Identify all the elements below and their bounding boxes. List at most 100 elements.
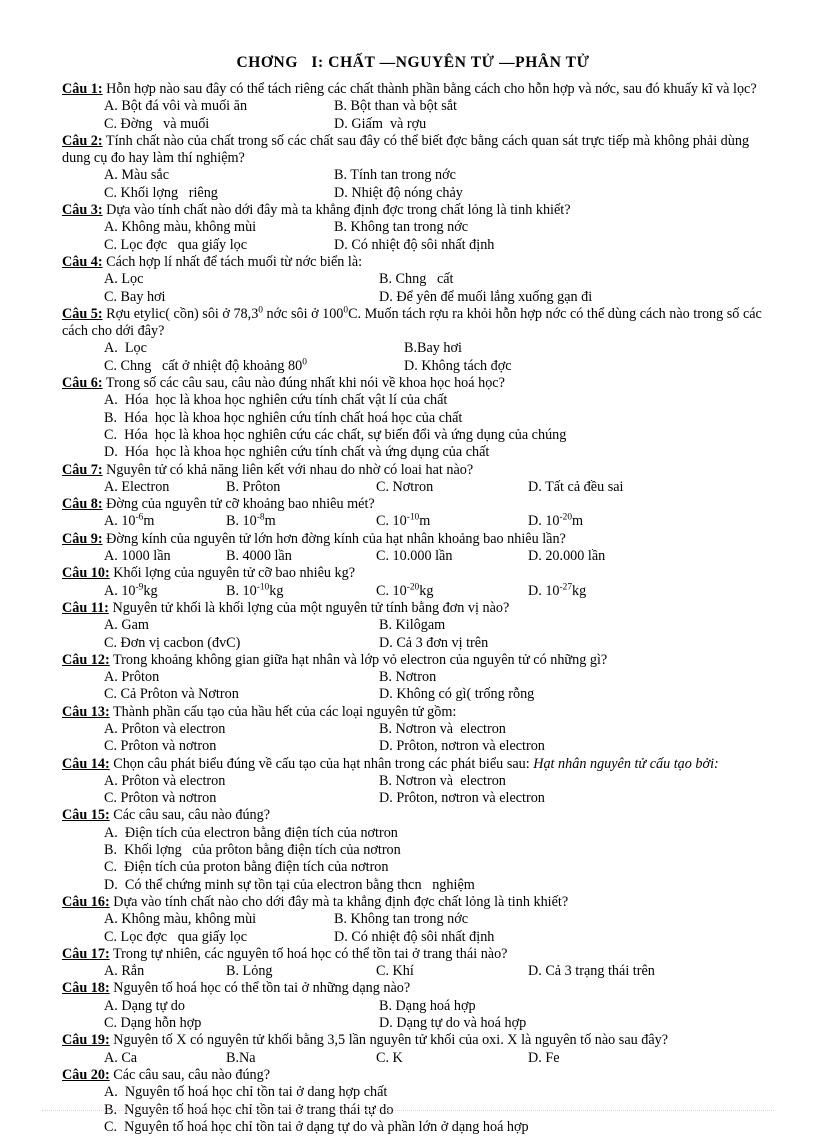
option-item[interactable]: C. Cả Prôton và Nơtron: [104, 686, 379, 703]
option-item[interactable]: B. Prôton: [226, 479, 376, 496]
option-item[interactable]: C. Bay hơi: [104, 289, 379, 306]
option-item[interactable]: C. Prôton và nơtron: [104, 790, 379, 807]
option-item[interactable]: B. Không tan trong nớc: [334, 911, 764, 928]
option-item[interactable]: A. Hóa học là khoa học nghiên cứu tính c…: [104, 392, 764, 409]
option-item[interactable]: B. 10-8m: [226, 513, 376, 530]
option-item[interactable]: D. Để yên để muối lắng xuống gạn đi: [379, 289, 764, 306]
option-item[interactable]: A. Prôton và electron: [104, 721, 379, 738]
question-stem-emphasis: Hạt nhân nguyên tử cấu tạo bởi:: [533, 755, 719, 772]
option-item[interactable]: B.Na: [226, 1050, 376, 1067]
option-item[interactable]: C. Đơn vị cacbon (đvC): [104, 635, 379, 652]
option-item[interactable]: B. Dạng hoá hợp: [379, 998, 764, 1015]
option-item[interactable]: C. 10-20kg: [376, 582, 528, 600]
option-item[interactable]: A. 10-9kg: [104, 582, 226, 600]
option-item[interactable]: B. Chng cất: [379, 271, 764, 288]
option-item[interactable]: D. Có thể chứng minh sự tồn tại của elec…: [104, 877, 764, 894]
option-list: A. Lọc B.Bay hơi C. Chng cất ở nhiệt độ kh…: [62, 340, 764, 375]
option-item[interactable]: D. Cả 3 trạng thái trên: [528, 963, 655, 980]
option-item[interactable]: C. Nguyên tố hoá học chỉ tồn tai ở dạng …: [104, 1119, 764, 1136]
option-item[interactable]: A. Màu sắc: [104, 167, 334, 184]
option-item[interactable]: A. Không màu, không mùi: [104, 911, 334, 928]
option-item[interactable]: D. Không có gì( trống rỗng: [379, 686, 764, 703]
exponent: -10: [256, 581, 270, 592]
option-item[interactable]: B. Hóa học là khoa học nghiên cứu tính c…: [104, 410, 764, 427]
option-item[interactable]: A. Nguyên tố hoá học chỉ tồn tai ở dang …: [104, 1084, 764, 1101]
option-item[interactable]: C. Dạng hỗn hợp: [104, 1015, 379, 1032]
option-item[interactable]: A. Bột đá vôi và muối ăn: [104, 98, 334, 115]
option-item[interactable]: A. Gam: [104, 617, 379, 634]
question-stem: Câu 18: Nguyên tố hoá học có thể tồn tai…: [62, 980, 411, 997]
option-item[interactable]: C. 10-10m: [376, 513, 528, 530]
option-item[interactable]: A. Lọc: [104, 271, 379, 288]
option-item[interactable]: C. Prôton và nơtron: [104, 738, 379, 755]
option-item[interactable]: D. Hóa học là khoa học nghiên cứu tính c…: [104, 444, 764, 461]
option-item[interactable]: C. Lọc đợc qua giấy lọc: [104, 929, 334, 946]
option-item[interactable]: D. Fe: [528, 1050, 560, 1067]
option-item[interactable]: C. Khối lợng riêng: [104, 185, 334, 202]
option-item[interactable]: C. Khí: [376, 963, 528, 980]
question-label: Câu 10:: [62, 565, 110, 582]
exponent: -20: [559, 512, 573, 523]
option-item[interactable]: B. Kilôgam: [379, 617, 764, 634]
option-item[interactable]: B. Nơtron: [379, 669, 764, 686]
option-item[interactable]: B. Tính tan trong nớc: [334, 167, 764, 184]
option-item[interactable]: B. Không tan trong nớc: [334, 219, 764, 236]
option-item[interactable]: D. 10-20m: [528, 513, 583, 530]
option-row: A. Lọc B.Bay hơi: [62, 340, 764, 357]
option-item[interactable]: C. Điện tích của proton bằng điện tích c…: [104, 859, 764, 876]
option-list: A. Prôton và electron B. Nơtron và electr…: [62, 773, 764, 808]
option-row: C. Lọc đợc qua giấy lọc D. Có nhiệt độ sô…: [62, 929, 764, 946]
option-item[interactable]: B.Bay hơi: [404, 340, 764, 357]
option-row: C. Đơn vị cacbon (đvC) D. Cả 3 đơn vị trê…: [62, 635, 764, 652]
option-item[interactable]: D. Giấm và rợu: [334, 116, 764, 133]
option-item[interactable]: D. Có nhiệt độ sôi nhất định: [334, 929, 764, 946]
option-item[interactable]: A. Dạng tự do: [104, 998, 379, 1015]
exponent: -27: [559, 581, 573, 592]
question-label: Câu 2:: [62, 132, 103, 149]
option-item[interactable]: D. Không tách đợc: [404, 358, 764, 375]
option-row: B. Hóa học là khoa học nghiên cứu tính c…: [62, 410, 764, 427]
option-item[interactable]: D. Tất cả đều sai: [528, 479, 623, 496]
question-block: Câu 9: Đờng kính của nguyên tử lớn hơn đ…: [62, 531, 764, 566]
option-item[interactable]: B. Khối lợng của prôton bằng điện tích c…: [104, 842, 764, 859]
option-row: A. Điện tích của electron bằng điện tích…: [62, 825, 764, 842]
question-label: Câu 15:: [62, 807, 110, 824]
option-item[interactable]: D. Có nhiệt độ sôi nhất định: [334, 237, 764, 254]
option-item[interactable]: D. Dạng tự do và hoá hợp: [379, 1015, 764, 1032]
option-item[interactable]: B. Nơtron và electron: [379, 721, 764, 738]
option-item[interactable]: A. Prôton và electron: [104, 773, 379, 790]
option-row: A. Không màu, không mùi B. Không tan tron…: [62, 911, 764, 928]
option-item[interactable]: A. Rắn: [104, 963, 226, 980]
option-item[interactable]: B. Bột than và bột sắt: [334, 98, 764, 115]
option-item[interactable]: D. Prôton, nơtron và electron: [379, 738, 764, 755]
option-item[interactable]: D. Cả 3 đơn vị trên: [379, 635, 764, 652]
question-block: Câu 16: Dựa vào tính chất nào cho dới đâ…: [62, 894, 764, 946]
option-item[interactable]: B. 10-10kg: [226, 581, 376, 600]
option-item[interactable]: D. Prôton, nơtron và electron: [379, 790, 764, 807]
option-item[interactable]: A. Lọc: [104, 340, 404, 357]
option-list: A. 1000 lần B. 4000 lần C. 10.000 lần D. 20…: [62, 548, 764, 565]
option-item[interactable]: C. Lọc đợc qua giấy lọc: [104, 237, 334, 254]
option-list: A. Electron B. Prôton C. Nơtron D. Tất cả đ…: [62, 479, 764, 496]
option-item[interactable]: D. Nhiệt độ nóng chảy: [334, 185, 764, 202]
option-item[interactable]: A. Không màu, không mùi: [104, 219, 334, 236]
option-item[interactable]: A. 1000 lần: [104, 548, 226, 565]
option-item[interactable]: A. 10-6m: [104, 513, 226, 530]
option-item[interactable]: C. Hóa học là khoa học nghiên cứu các ch…: [104, 427, 764, 444]
option-item[interactable]: A. Electron: [104, 479, 226, 496]
option-item[interactable]: A. Điện tích của electron bằng điện tích…: [104, 825, 764, 842]
option-item[interactable]: B. Lỏng: [226, 963, 376, 980]
option-item[interactable]: A. Prôton: [104, 669, 379, 686]
option-item[interactable]: D. 20.000 lần: [528, 548, 605, 565]
question-block: Câu 17: Trong tự nhiên, các nguyên tố ho…: [62, 946, 764, 981]
option-item[interactable]: C. Chng cất ở nhiệt độ khoảng 800: [104, 357, 404, 375]
option-list: A. Gam B. Kilôgam C. Đơn vị cacbon (đvC) D.…: [62, 617, 764, 652]
option-item[interactable]: B. 4000 lần: [226, 548, 376, 565]
option-item[interactable]: B. Nơtron và electron: [379, 773, 764, 790]
option-item[interactable]: C. Đờng và muối: [104, 116, 334, 133]
option-item[interactable]: C. K: [376, 1050, 528, 1067]
option-item[interactable]: D. 10-27kg: [528, 581, 586, 600]
option-item[interactable]: A. Ca: [104, 1050, 226, 1067]
option-item[interactable]: C. Nơtron: [376, 479, 528, 496]
option-item[interactable]: C. 10.000 lần: [376, 548, 528, 565]
